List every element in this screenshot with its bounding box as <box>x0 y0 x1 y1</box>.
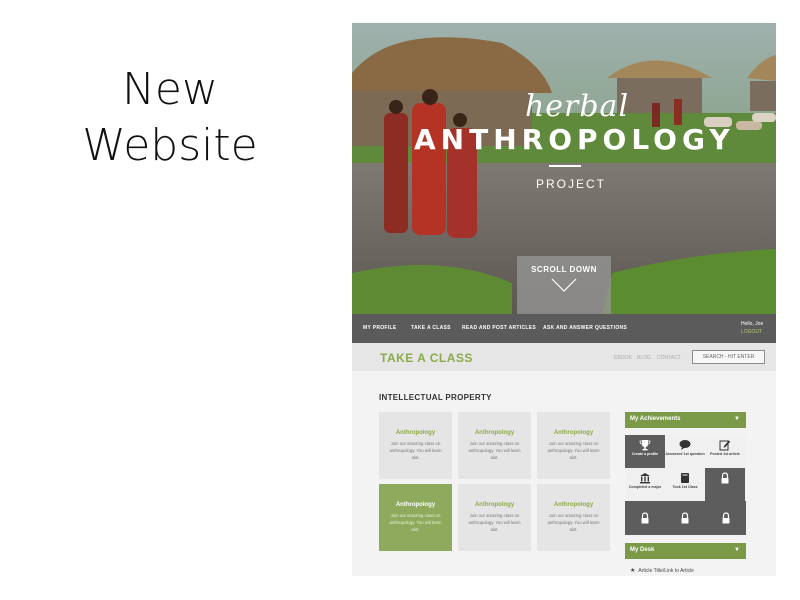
card-description: Join our amazing class on anthropology. … <box>468 513 521 532</box>
main-nav: MY PROFILE TAKE A CLASS READ AND POST AR… <box>352 314 776 343</box>
achievement-badge: Create a profile <box>625 435 665 468</box>
card-title: Anthropology <box>395 430 436 436</box>
class-card[interactable]: Anthropology Join our amazing class on a… <box>379 412 452 479</box>
card-description: Join our amazing class on anthropology. … <box>389 441 442 460</box>
brand-divider <box>549 165 581 167</box>
nav-item-questions[interactable]: ASK AND ANSWER QUESTIONS <box>543 325 627 331</box>
blog-link[interactable]: BLOG <box>637 355 651 361</box>
brand-script: herbal <box>524 89 630 124</box>
desk-article-label: Article Title/Link to Article <box>638 568 694 574</box>
slide: New Website herbal ANTHROPOLOGY PROJECT … <box>0 0 800 600</box>
scroll-down-label: SCROLL DOWN <box>531 265 597 274</box>
achievements-title: My Achievements <box>630 416 681 422</box>
page-header: TAKE A CLASS EBOOK BLOG CONTACT SEARCH -… <box>352 343 776 371</box>
nav-item-my-profile[interactable]: MY PROFILE <box>363 325 396 331</box>
class-card[interactable]: Anthropology Join our amazing class on a… <box>537 484 610 551</box>
card-title: Anthropology <box>474 430 515 436</box>
badge-label: Create a profile <box>631 452 659 456</box>
achievement-badge: Took 1st Class <box>665 468 705 501</box>
card-title: Anthropology <box>474 502 515 508</box>
achievements-grid: Create a profile Answered 1st question P… <box>625 435 746 535</box>
card-description: Join our amazing class on anthropology. … <box>468 441 521 460</box>
contact-link[interactable]: CONTACT <box>657 355 681 361</box>
nav-item-take-a-class[interactable]: TAKE A CLASS <box>411 325 451 331</box>
achievement-badge-locked <box>705 468 745 501</box>
star-icon: ★ <box>630 568 636 574</box>
book-icon <box>681 473 689 483</box>
badge-label: Completed a major <box>628 485 662 489</box>
brand-title: ANTHROPOLOGY <box>414 123 735 156</box>
brand-subtitle: PROJECT <box>535 177 606 191</box>
desk-title: My Desk <box>630 547 655 553</box>
achievement-badge: Answered 1st question <box>665 435 705 468</box>
user-greeting: Hello, Joe <box>741 321 764 327</box>
class-card[interactable]: Anthropology Join our amazing class on a… <box>458 484 531 551</box>
institution-icon <box>640 473 650 484</box>
lock-icon <box>681 512 689 524</box>
card-title: Anthropology <box>553 502 594 508</box>
desk-article-link[interactable]: ★ Article Title/Link to Article <box>630 567 694 574</box>
lock-icon <box>641 512 649 524</box>
card-title: Anthropology <box>553 430 594 436</box>
scroll-down-button[interactable]: SCROLL DOWN <box>517 256 611 314</box>
search-input[interactable]: SEARCH - HIT ENTER <box>692 350 765 364</box>
caret-down-icon: ▼ <box>734 416 740 422</box>
card-description: Join our amazing class on anthropology. … <box>389 513 442 532</box>
card-title: Anthropology <box>395 502 436 508</box>
badge-label: Posted 1st article <box>710 452 740 456</box>
lock-icon <box>722 512 729 524</box>
ebook-link[interactable]: EBOOK <box>614 355 632 361</box>
slide-title: New Website <box>70 62 270 174</box>
achievements-panel-header[interactable]: My Achievements ▼ <box>625 412 746 428</box>
page-title: TAKE A CLASS <box>380 351 473 365</box>
chevron-down-icon <box>551 278 577 292</box>
section-title: INTELLECTUAL PROPERTY <box>379 393 492 402</box>
class-card-active[interactable]: Anthropology Join our amazing class on a… <box>379 484 452 551</box>
achievement-badge: Completed a major <box>625 468 665 501</box>
achievement-badge: Posted 1st article <box>705 435 745 468</box>
achievement-badge-locked <box>625 501 665 535</box>
slide-title-line2: Website <box>82 120 258 171</box>
website-mockup: herbal ANTHROPOLOGY PROJECT SCROLL DOWN … <box>352 23 776 576</box>
desk-panel-header[interactable]: My Desk ▼ <box>625 543 746 559</box>
logout-link[interactable]: LOGOUT <box>741 329 762 335</box>
slide-title-line1: New <box>122 64 218 115</box>
speech-bubble-icon <box>679 440 691 450</box>
achievement-badge-locked <box>665 501 705 535</box>
badge-label: Took 1st Class <box>672 485 698 489</box>
nav-item-articles[interactable]: READ AND POST ARTICLES <box>462 325 536 331</box>
achievement-badge-locked <box>705 501 746 535</box>
lock-icon <box>721 472 729 484</box>
class-card[interactable]: Anthropology Join our amazing class on a… <box>458 412 531 479</box>
badge-label: Answered 1st question <box>665 452 705 456</box>
edit-icon <box>719 440 731 451</box>
card-description: Join our amazing class on anthropology. … <box>547 441 600 460</box>
caret-down-icon: ▼ <box>734 547 740 553</box>
card-description: Join our amazing class on anthropology. … <box>547 513 600 532</box>
trophy-icon <box>639 440 651 451</box>
class-card[interactable]: Anthropology Join our amazing class on a… <box>537 412 610 479</box>
hero-banner: herbal ANTHROPOLOGY PROJECT SCROLL DOWN <box>352 23 776 314</box>
